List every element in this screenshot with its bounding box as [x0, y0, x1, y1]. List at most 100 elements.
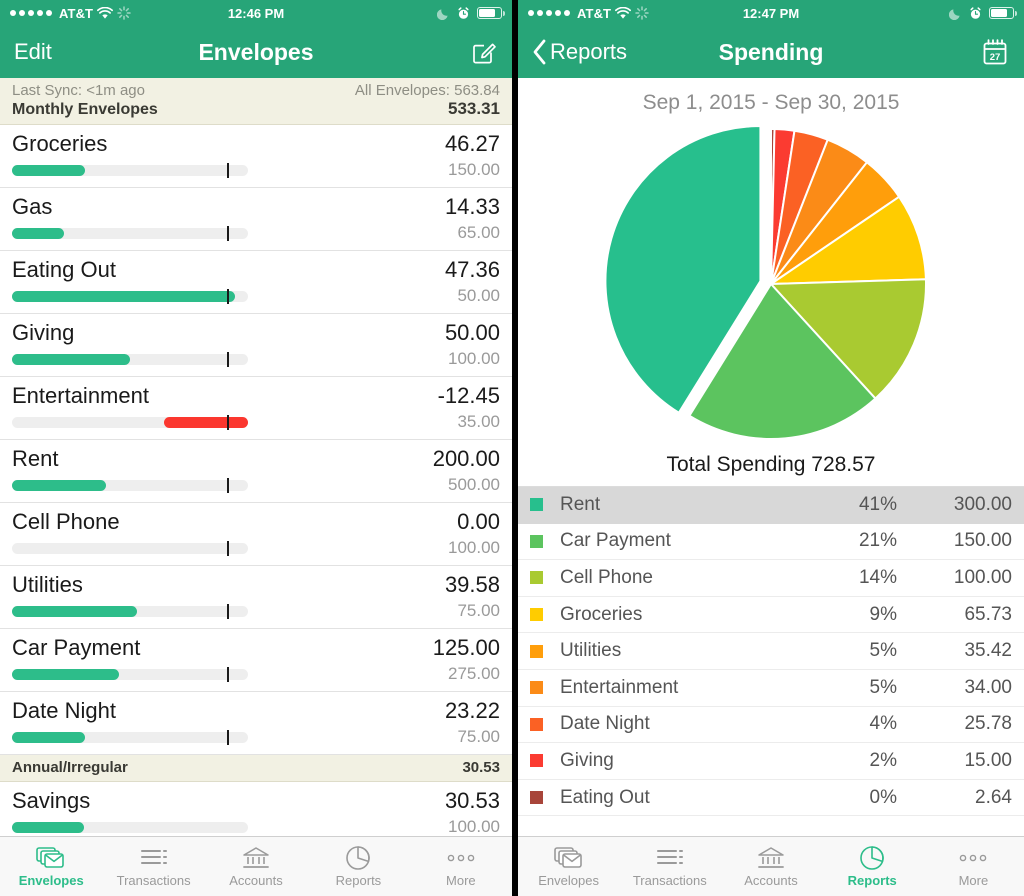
tab-bar-left[interactable]: Envelopes Transactions Accounts Reports … — [0, 836, 512, 896]
legend-amount: 25.78 — [964, 713, 1012, 735]
envelope-progress-bar — [12, 821, 248, 833]
more-icon — [958, 845, 988, 871]
legend-percent: 5% — [869, 640, 897, 662]
legend-amount: 150.00 — [953, 530, 1012, 552]
envelope-balance: 0.00 — [457, 509, 500, 534]
tab-accounts[interactable]: Accounts — [720, 837, 821, 896]
legend-amount: 34.00 — [964, 676, 1012, 698]
edit-button[interactable]: Edit — [14, 39, 52, 65]
legend-row[interactable]: Giving 2% 15.00 — [518, 743, 1024, 780]
envelopes-screen: AT&T 12:46 PM Edit Envelopes Last Sync: … — [0, 0, 512, 896]
envelope-goal-tick — [226, 666, 229, 682]
envelope-progress-fill — [12, 731, 86, 743]
legend-color-swatch — [530, 717, 543, 731]
envelope-row[interactable]: Car Payment 125.00 275.00 — [0, 629, 512, 692]
envelope-balance: 46.27 — [444, 131, 500, 156]
envelope-balance: 23.22 — [444, 698, 500, 723]
legend-category-name: Giving — [560, 749, 614, 771]
envelope-progress-bar — [12, 414, 248, 430]
legend-color-swatch — [530, 644, 543, 658]
compose-button[interactable] — [470, 38, 498, 66]
legend-color-swatch — [530, 754, 543, 768]
chevron-left-icon — [533, 39, 546, 65]
envelope-goal-tick — [226, 414, 229, 430]
envelope-row[interactable]: Date Night 23.22 75.00 — [0, 692, 512, 755]
envelope-goal-amount: 500.00 — [448, 475, 500, 494]
envelope-name: Date Night — [12, 698, 116, 723]
legend-row[interactable]: Cell Phone 14% 100.00 — [518, 560, 1024, 597]
legend-row[interactable]: Entertainment 5% 34.00 — [518, 670, 1024, 707]
date-range-label: Sep 1, 2015 - Sep 30, 2015 — [642, 91, 900, 114]
envelope-name: Gas — [12, 194, 53, 219]
envelope-progress-fill — [12, 227, 64, 239]
legend-color-swatch — [530, 571, 543, 585]
envelope-row[interactable]: Savings 30.53 100.00 — [0, 782, 512, 836]
envelope-name: Rent — [12, 446, 59, 471]
tab-bar-right[interactable]: Envelopes Transactions Accounts Reports … — [518, 836, 1024, 896]
tab-envelopes[interactable]: Envelopes — [0, 837, 102, 896]
transactions-icon — [656, 845, 684, 871]
legend-amount: 65.73 — [964, 603, 1012, 625]
section-title: Annual/Irregular — [12, 759, 128, 776]
envelope-row[interactable]: Eating Out 47.36 50.00 — [0, 251, 512, 314]
section-amount: 533.31 — [448, 99, 500, 118]
alarm-icon — [970, 6, 981, 19]
reports-icon — [859, 845, 885, 871]
legend-category-name: Date Night — [560, 713, 650, 735]
envelope-goal-tick — [226, 288, 229, 304]
envelope-row[interactable]: Cell Phone 0.00 100.00 — [0, 503, 512, 566]
status-right-group — [437, 6, 506, 20]
legend-row[interactable]: Utilities 5% 35.42 — [518, 633, 1024, 670]
envelope-row[interactable]: Groceries 46.27 150.00 — [0, 125, 512, 188]
envelope-row[interactable]: Gas 14.33 65.00 — [0, 188, 512, 251]
envelopes-icon — [553, 845, 584, 871]
tab-label: Reports — [335, 873, 382, 888]
calendar-day-label: 27 — [990, 52, 1001, 63]
tab-envelopes[interactable]: Envelopes — [518, 837, 619, 896]
tab-label: More — [446, 873, 476, 888]
section-amount: 30.53 — [462, 759, 500, 776]
legend-category-name: Car Payment — [560, 530, 671, 552]
envelope-goal-tick — [226, 477, 229, 493]
accounts-icon — [242, 845, 270, 871]
envelope-progress-fill — [12, 605, 137, 617]
legend-category-name: Eating Out — [560, 786, 650, 808]
back-button[interactable]: Reports — [532, 39, 627, 65]
legend-row[interactable]: Eating Out 0% 2.64 — [518, 780, 1024, 817]
envelope-row[interactable]: Giving 50.00 100.00 — [0, 314, 512, 377]
calendar-button[interactable]: 27 — [980, 37, 1010, 67]
tab-reports[interactable]: Reports — [307, 837, 409, 896]
tab-more[interactable]: More — [410, 837, 512, 896]
envelope-row[interactable]: Utilities 39.58 75.00 — [0, 566, 512, 629]
envelope-progress-bar — [12, 288, 248, 304]
envelope-balance: 30.53 — [444, 788, 500, 813]
legend-row[interactable]: Rent 41% 300.00 — [518, 487, 1024, 524]
envelope-balance: 14.33 — [444, 194, 500, 219]
moon-icon — [949, 8, 960, 20]
envelope-progress-fill — [12, 821, 84, 833]
envelope-row[interactable]: Rent 200.00 500.00 — [0, 440, 512, 503]
legend-row[interactable]: Date Night 4% 25.78 — [518, 707, 1024, 744]
envelope-goal-tick — [226, 540, 229, 556]
envelope-row[interactable]: Entertainment -12.45 35.00 — [0, 377, 512, 440]
legend-row[interactable]: Car Payment 21% 150.00 — [518, 524, 1024, 561]
tab-label: Envelopes — [538, 873, 599, 888]
envelope-progress-fill — [163, 416, 248, 428]
tab-transactions[interactable]: Transactions — [619, 837, 720, 896]
tab-transactions[interactable]: Transactions — [102, 837, 204, 896]
spending-pie-chart[interactable] — [518, 119, 1024, 449]
spending-legend[interactable]: Rent 41% 300.00 Car Payment 21% 150.00 C… — [518, 486, 1024, 817]
tab-label: Envelopes — [18, 873, 84, 888]
envelope-goal-amount: 100.00 — [448, 538, 500, 557]
legend-row[interactable]: Groceries 9% 65.73 — [518, 597, 1024, 634]
nav-bar-right: Reports Spending 27 — [518, 26, 1024, 78]
tab-reports[interactable]: Reports — [822, 837, 923, 896]
envelope-goal-tick — [226, 162, 229, 178]
tab-more[interactable]: More — [923, 837, 1024, 896]
legend-category-name: Cell Phone — [560, 566, 653, 588]
envelopes-list[interactable]: Last Sync: <1m ago All Envelopes: 563.84… — [0, 78, 512, 836]
tab-accounts[interactable]: Accounts — [205, 837, 307, 896]
reports-icon — [345, 845, 371, 871]
accounts-icon — [757, 845, 785, 871]
legend-percent: 5% — [869, 676, 897, 698]
